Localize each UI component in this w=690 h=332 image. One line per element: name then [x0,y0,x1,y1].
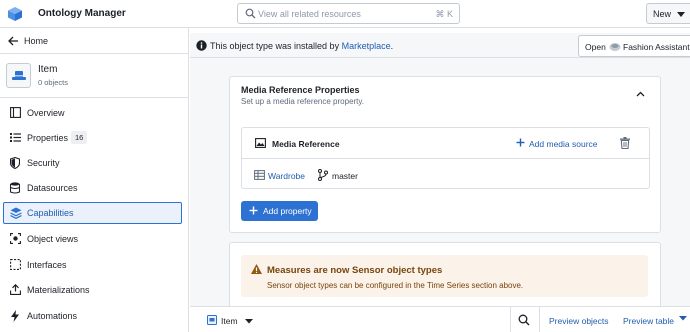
sidebar-item-security[interactable]: Security [3,152,182,174]
chevron-down-icon [677,12,685,17]
object-view-icon [10,233,21,244]
sidebar-item-label: Properties [27,133,69,143]
divider [510,307,511,332]
shield-icon [10,157,20,169]
add-property-button[interactable]: Add property [241,201,318,221]
sidebar-item-automations[interactable]: Automations [3,305,182,327]
export-icon [10,284,21,295]
top-bar: Ontology Manager View all related resour… [0,0,690,28]
sidebar-item-datasources[interactable]: Datasources [3,177,182,199]
preview-table-button[interactable]: Preview table [623,316,674,326]
sidebar-item-materializations[interactable]: Materializations [3,279,182,301]
plus-icon [249,206,258,215]
chevron-down-icon [245,319,253,324]
lightning-icon [11,310,19,322]
add-property-label: Add property [263,206,312,216]
app-title: Ontology Manager [38,8,126,19]
trash-icon[interactable] [620,137,630,149]
search-icon [245,8,256,19]
hat-icon [12,71,26,80]
branch-name: master [332,171,358,181]
property-name: Media Reference [272,139,340,149]
sidebar-item-overview[interactable]: Overview [3,102,182,124]
object-type-selector-label: Item [221,316,238,326]
warning-callout: Measures are now Sensor object types Sen… [241,255,648,297]
database-icon [10,182,20,194]
plus-icon [516,138,525,147]
sidebar-item-label: Capabilities [27,208,74,218]
arrow-left-icon [8,36,18,46]
bottom-bar: Item Preview objects Preview table [190,306,690,332]
search-input[interactable]: View all related resources ⌘ K [237,3,460,24]
sidebar-item-label: Security [27,158,60,168]
sidebar-item-properties[interactable]: Properties 16 [3,127,182,149]
new-button-label: New [653,9,672,19]
section-title: Media Reference Properties [241,85,360,95]
open-target-label: Fashion Assistant [623,42,690,52]
add-media-source-label: Add media source [529,139,598,149]
sidebar-item-label: Datasources [27,183,78,193]
chevron-down-icon[interactable] [679,316,687,321]
sidebar-item-capabilities[interactable]: Capabilities [3,202,182,224]
open-label: Open [585,42,606,52]
interface-icon [10,259,21,270]
search-placeholder: View all related resources [258,9,361,19]
warning-body: Sensor object types can be configured in… [267,281,524,290]
image-icon [255,138,266,148]
marketplace-link[interactable]: Marketplace [342,41,391,51]
warning-title: Measures are now Sensor object types [267,265,443,276]
object-count: 0 objects [38,78,69,87]
search-shortcut: ⌘ K [435,9,453,19]
properties-count-badge: 16 [71,131,88,144]
object-type-icon-box[interactable] [6,63,31,88]
divider [539,307,540,332]
object-type-card: Item 0 objects [0,54,189,98]
info-icon [196,40,207,51]
git-branch-icon [318,169,328,181]
dataset-icon [254,170,265,180]
banner-text-prefix: This object type was installed by [210,41,342,51]
home-link[interactable]: Home [0,28,189,54]
sidebar-item-interfaces[interactable]: Interfaces [3,254,182,276]
section-subtitle: Set up a media reference property. [241,97,365,106]
warning-icon [251,264,262,274]
datasource-link[interactable]: Wardrobe [268,171,305,181]
property-header: Media Reference Add media source [242,128,649,159]
media-reference-section: Media Reference Properties Set up a medi… [229,76,661,233]
sidebar: Home Item 0 objects Overview Properties … [0,28,189,332]
sidebar-item-object-views[interactable]: Object views [3,228,182,250]
sidebar-item-label: Materializations [27,285,90,295]
measures-section: Measures are now Sensor object types Sen… [229,242,661,306]
properties-icon [10,133,21,142]
sidebar-item-label: Object views [27,234,79,244]
ontology-logo-icon[interactable] [7,6,23,22]
banner-text-suffix: . [390,41,394,51]
object-type-name: Item [38,64,58,75]
sidebar-item-label: Interfaces [27,260,67,270]
banner-text: This object type was installed by Market… [210,41,393,51]
sidebar-item-label: Automations [27,311,78,321]
overview-icon [10,107,21,118]
media-reference-property-card: Media Reference Add media source Wardrob… [241,127,650,189]
preview-objects-button[interactable]: Preview objects [549,316,609,326]
open-fashion-assistant-button[interactable]: Open Fashion Assistant [578,35,690,57]
object-type-icon [207,315,217,325]
new-button[interactable]: New [646,3,690,24]
marketplace-product-icon [609,43,621,51]
home-label: Home [24,36,49,46]
search-icon[interactable] [518,314,530,326]
chevron-up-icon[interactable] [636,91,645,97]
sidebar-item-label: Overview [27,108,65,118]
layers-icon [10,207,22,219]
